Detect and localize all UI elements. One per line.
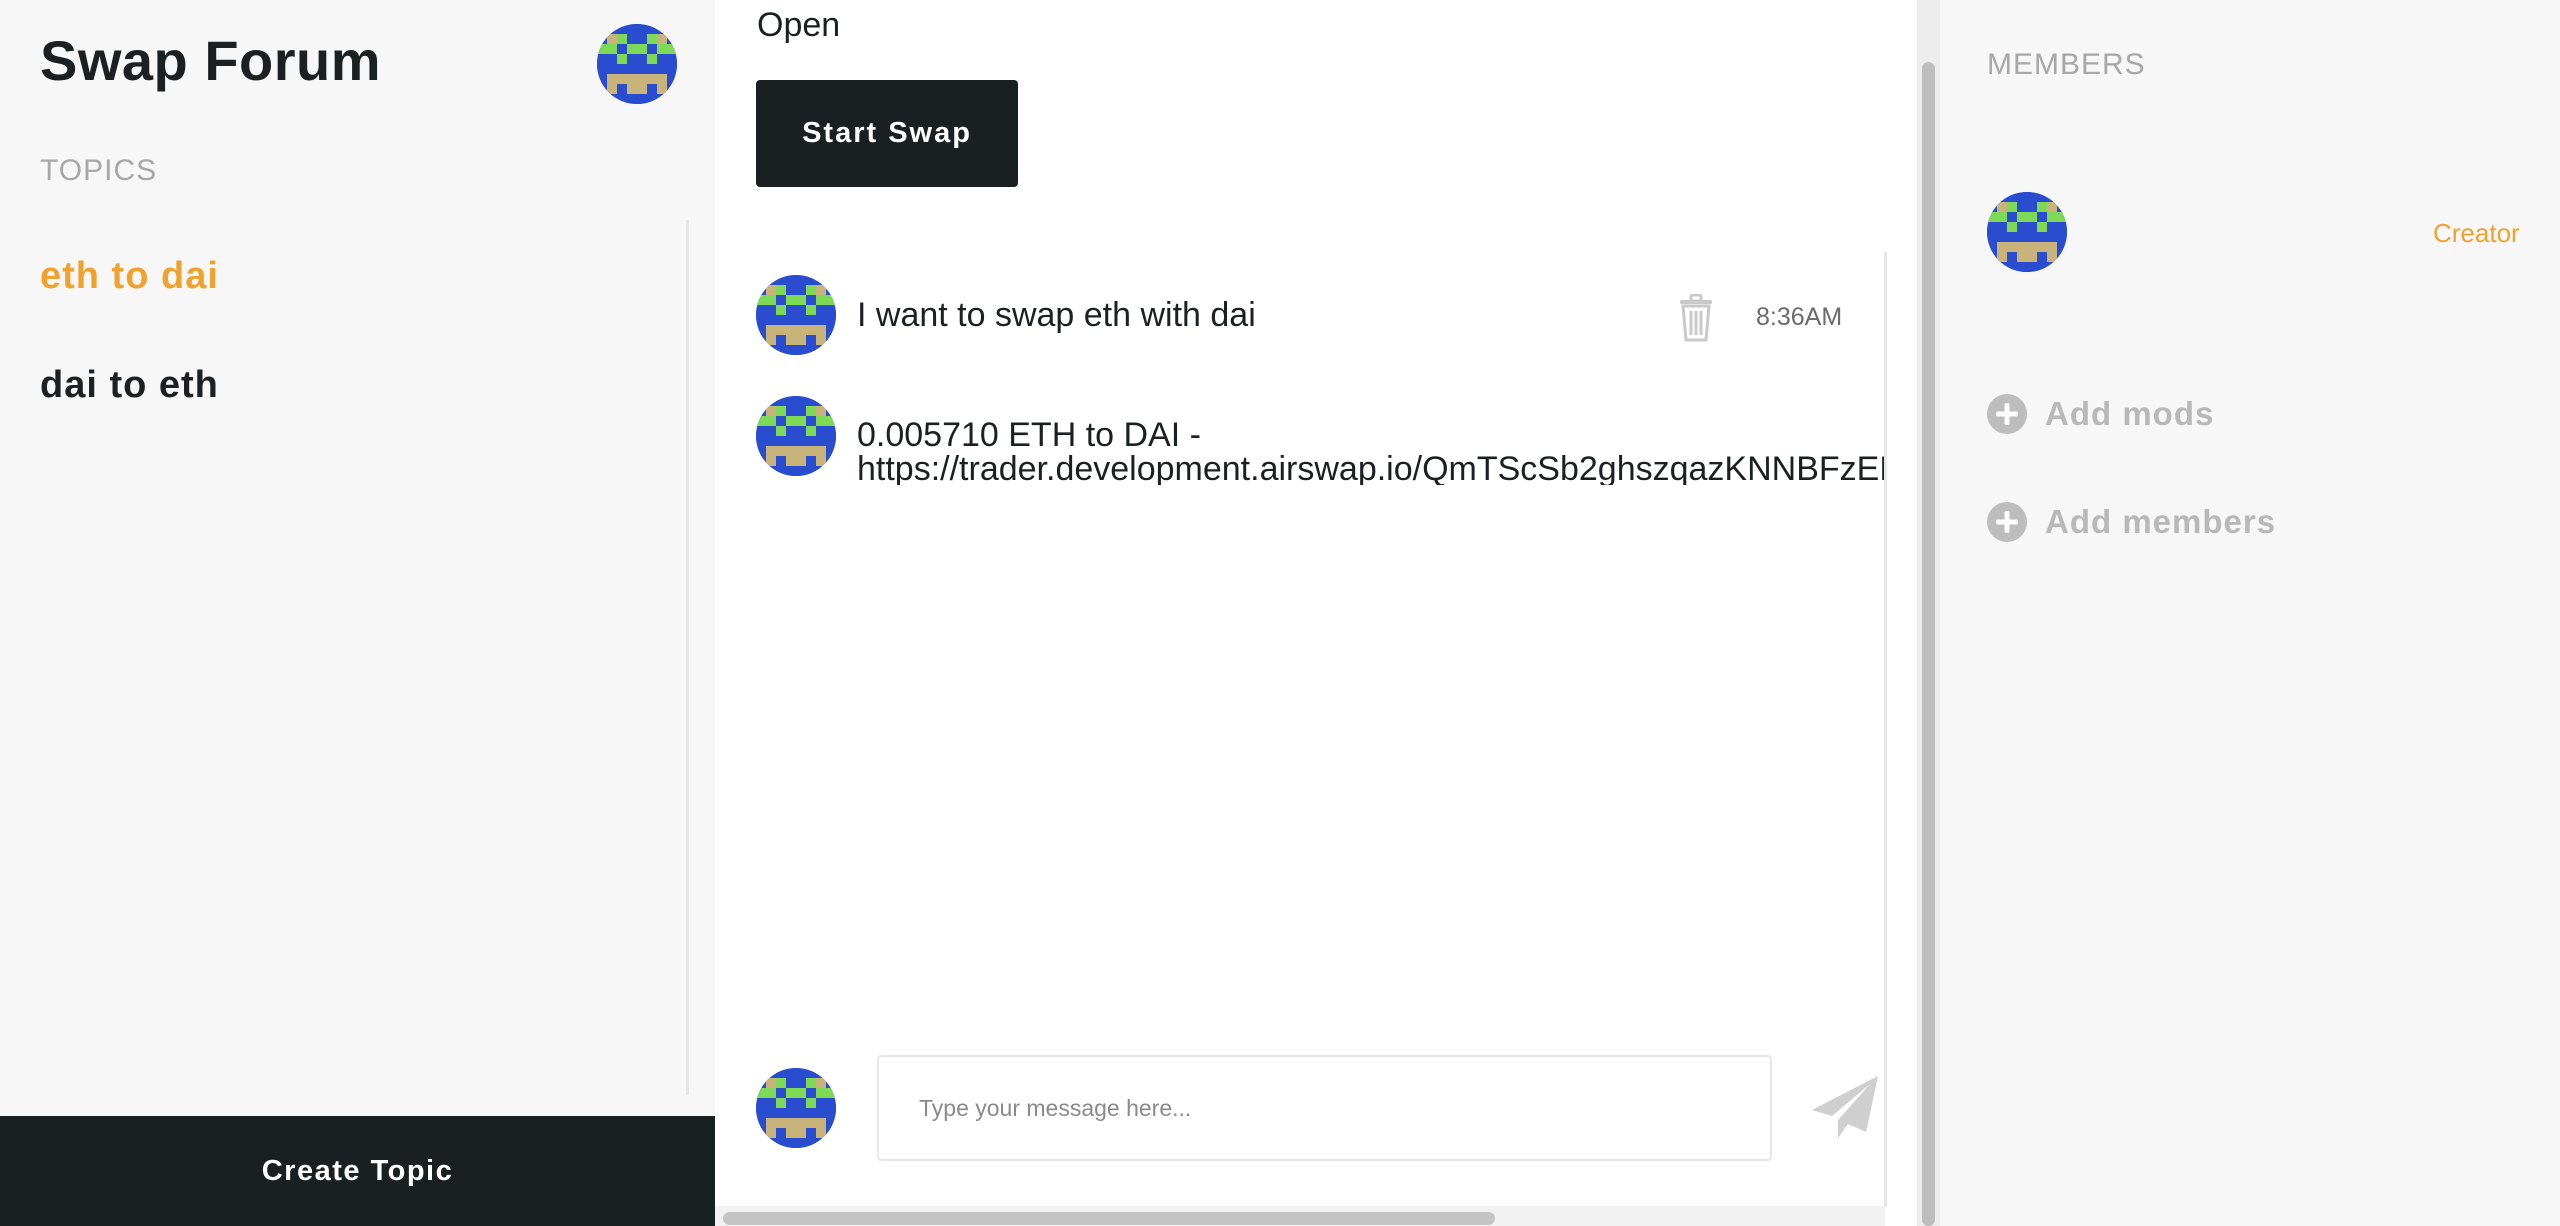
topic-dai-to-eth[interactable]: dai to eth — [40, 364, 219, 407]
plus-circle-icon — [1987, 394, 2027, 434]
member-role-badge: Creator — [2433, 218, 2520, 248]
message-link-container: https://trader.development.airswap.io/Qm… — [857, 415, 1884, 485]
add-mods-label: Add mods — [2045, 395, 2215, 432]
start-swap-button[interactable]: Start Swap — [756, 80, 1018, 187]
plus-circle-icon — [1987, 502, 2027, 542]
swap-status: Open — [757, 6, 841, 44]
send-icon[interactable] — [1810, 1074, 1880, 1140]
message-link[interactable]: https://trader.development.airswap.io/Qm… — [857, 450, 1884, 485]
message-text: I want to swap eth with dai — [857, 296, 1256, 334]
add-members-button[interactable]: Add members — [1987, 502, 2276, 542]
vertical-scrollbar-thumb[interactable] — [1922, 62, 1935, 1226]
message-avatar — [756, 396, 836, 476]
app-title: Swap Forum — [40, 29, 382, 92]
composer-avatar — [756, 1068, 836, 1148]
members-heading: MEMBERS — [1987, 48, 2146, 81]
create-topic-button[interactable]: Create Topic — [0, 1116, 715, 1226]
members-panel — [1940, 0, 2560, 1226]
message-input-wrapper — [877, 1055, 1772, 1161]
member-avatar[interactable] — [1987, 192, 2067, 272]
messages-divider — [1884, 252, 1887, 1207]
sidebar-divider — [686, 220, 689, 1095]
topic-eth-to-dai[interactable]: eth to dai — [40, 255, 219, 298]
current-user-avatar[interactable] — [597, 24, 677, 104]
topics-heading: TOPICS — [40, 154, 158, 187]
message-timestamp: 8:36AM — [1756, 303, 1843, 331]
horizontal-scrollbar-thumb[interactable] — [723, 1212, 1495, 1225]
message-input[interactable] — [879, 1057, 1770, 1159]
add-members-label: Add members — [2045, 503, 2277, 540]
trash-icon[interactable] — [1678, 293, 1714, 342]
add-mods-button[interactable]: Add mods — [1987, 394, 2214, 434]
message-avatar — [756, 275, 836, 355]
